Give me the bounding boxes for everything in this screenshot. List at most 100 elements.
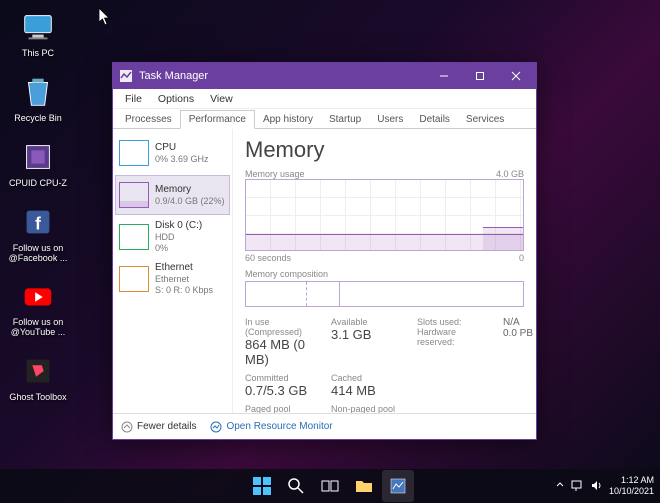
sidebar-item-disk[interactable]: Disk 0 (C:) HDD 0% (115, 217, 230, 257)
stat-label: Cached (331, 373, 401, 383)
stat-label: Slots used: (417, 317, 487, 327)
minimize-button[interactable] (426, 63, 462, 89)
file-explorer-button[interactable] (348, 470, 380, 502)
memory-sub: 0.9/4.0 GB (22%) (155, 196, 225, 207)
stat-value: 3.1 GB (331, 327, 401, 342)
tab-users[interactable]: Users (369, 111, 411, 128)
network-icon[interactable] (571, 479, 584, 494)
task-view-button[interactable] (314, 470, 346, 502)
stat-value: 414 MB (331, 383, 401, 398)
fewer-details-button[interactable]: Fewer details (121, 421, 196, 433)
tab-processes[interactable]: Processes (117, 111, 180, 128)
chart-label-row: Memory usage 4.0 GB (245, 169, 524, 179)
tab-startup[interactable]: Startup (321, 111, 369, 128)
ethernet-sub2: S: 0 R: 0 Kbps (155, 285, 213, 296)
stat-value: 864 MB (0 MB) (245, 337, 315, 367)
this-pc-icon (19, 8, 57, 46)
ethernet-title: Ethernet (155, 262, 213, 274)
desktop-icon-label: Ghost Toolbox (8, 393, 68, 403)
taskbar: 1:12 AM 10/10/2021 (0, 469, 660, 503)
performance-sidebar: CPU 0% 3.69 GHz Memory 0.9/4.0 GB (22%) … (113, 129, 233, 413)
tab-services[interactable]: Services (458, 111, 512, 128)
search-button[interactable] (280, 470, 312, 502)
sidebar-item-ethernet[interactable]: Ethernet Ethernet S: 0 R: 0 Kbps (115, 259, 230, 299)
clock-date: 10/10/2021 (609, 486, 654, 497)
disk-thumbnail-icon (119, 224, 149, 250)
window-body: CPU 0% 3.69 GHz Memory 0.9/4.0 GB (22%) … (113, 129, 536, 413)
resource-monitor-icon (210, 421, 222, 433)
menubar: File Options View (113, 89, 536, 109)
task-manager-window: Task Manager File Options View Processes… (112, 62, 537, 440)
tabs: Processes Performance App history Startu… (113, 109, 536, 129)
menu-options[interactable]: Options (150, 91, 202, 107)
svg-text:f: f (35, 214, 41, 233)
cpu-thumbnail-icon (119, 140, 149, 166)
clock-time: 1:12 AM (609, 475, 654, 486)
system-tray: 1:12 AM 10/10/2021 (555, 475, 654, 497)
desktop: This PC Recycle Bin CPUID CPU-Z f Follow… (8, 8, 88, 417)
desktop-icon-facebook[interactable]: f Follow us on @Facebook ... (8, 203, 68, 264)
stat-label: Paged pool (245, 404, 315, 413)
axis-right: 0 (519, 253, 524, 263)
volume-icon[interactable] (590, 479, 603, 494)
ethernet-thumbnail-icon (119, 266, 149, 292)
sidebar-item-cpu[interactable]: CPU 0% 3.69 GHz (115, 133, 230, 173)
desktop-icon-label: Follow us on @Facebook ... (8, 244, 68, 264)
chevron-up-icon (121, 421, 133, 433)
tab-app-history[interactable]: App history (255, 111, 321, 128)
sidebar-item-memory[interactable]: Memory 0.9/4.0 GB (22%) (115, 175, 230, 215)
titlebar[interactable]: Task Manager (113, 63, 536, 89)
mouse-cursor (99, 8, 111, 26)
desktop-icon-label: CPUID CPU-Z (8, 179, 68, 189)
window-title: Task Manager (139, 70, 426, 82)
composition-segment (246, 282, 307, 306)
tray-chevron-icon[interactable] (555, 480, 565, 492)
menu-file[interactable]: File (117, 91, 150, 107)
composition-segment (307, 282, 340, 306)
axis-left: 60 seconds (245, 253, 291, 263)
desktop-icon-ghost-toolbox[interactable]: Ghost Toolbox (8, 352, 68, 403)
tab-details[interactable]: Details (411, 111, 458, 128)
taskbar-clock[interactable]: 1:12 AM 10/10/2021 (609, 475, 654, 497)
desktop-icon-cpuz[interactable]: CPUID CPU-Z (8, 138, 68, 189)
memory-composition-bar[interactable] (245, 281, 524, 307)
stat-label: Available (331, 317, 401, 327)
memory-usage-chart[interactable] (245, 179, 524, 251)
cpu-title: CPU (155, 142, 209, 154)
task-manager-taskbar-button[interactable] (382, 470, 414, 502)
desktop-icon-label: Follow us on @YouTube ... (8, 318, 68, 338)
menu-view[interactable]: View (202, 91, 241, 107)
window-footer: Fewer details Open Resource Monitor (113, 413, 536, 439)
disk-sub1: HDD (155, 232, 202, 243)
usage-max: 4.0 GB (496, 169, 524, 179)
desktop-icon-this-pc[interactable]: This PC (8, 8, 68, 59)
memory-thumbnail-icon (119, 182, 149, 208)
desktop-icon-label: This PC (8, 49, 68, 59)
maximize-button[interactable] (462, 63, 498, 89)
disk-title: Disk 0 (C:) (155, 220, 202, 232)
desktop-icon-recycle-bin[interactable]: Recycle Bin (8, 73, 68, 124)
stat-value: 0.0 PB (503, 328, 536, 339)
ghost-toolbox-icon (19, 352, 57, 390)
stat-label: Hardware reserved: (417, 327, 487, 347)
cpuz-icon (19, 138, 57, 176)
stat-value: N/A (503, 317, 536, 328)
tab-performance[interactable]: Performance (180, 110, 255, 129)
cpu-sub: 0% 3.69 GHz (155, 154, 209, 165)
desktop-icon-label: Recycle Bin (8, 114, 68, 124)
disk-sub2: 0% (155, 243, 202, 254)
memory-title: Memory (155, 184, 225, 196)
performance-main: Memory Memory usage 4.0 GB 60 seconds 0 … (233, 129, 536, 413)
open-resource-monitor-link[interactable]: Open Resource Monitor (210, 421, 332, 433)
stat-label: Non-paged pool (331, 404, 401, 413)
stat-value: 0.7/5.3 GB (245, 383, 315, 398)
youtube-icon (19, 277, 57, 315)
facebook-icon: f (19, 203, 57, 241)
desktop-icon-youtube[interactable]: Follow us on @YouTube ... (8, 277, 68, 338)
chart-fill (246, 234, 523, 250)
close-button[interactable] (498, 63, 534, 89)
start-button[interactable] (246, 470, 278, 502)
stat-label: Committed (245, 373, 315, 383)
composition-label: Memory composition (245, 269, 524, 279)
recycle-bin-icon (19, 73, 57, 111)
